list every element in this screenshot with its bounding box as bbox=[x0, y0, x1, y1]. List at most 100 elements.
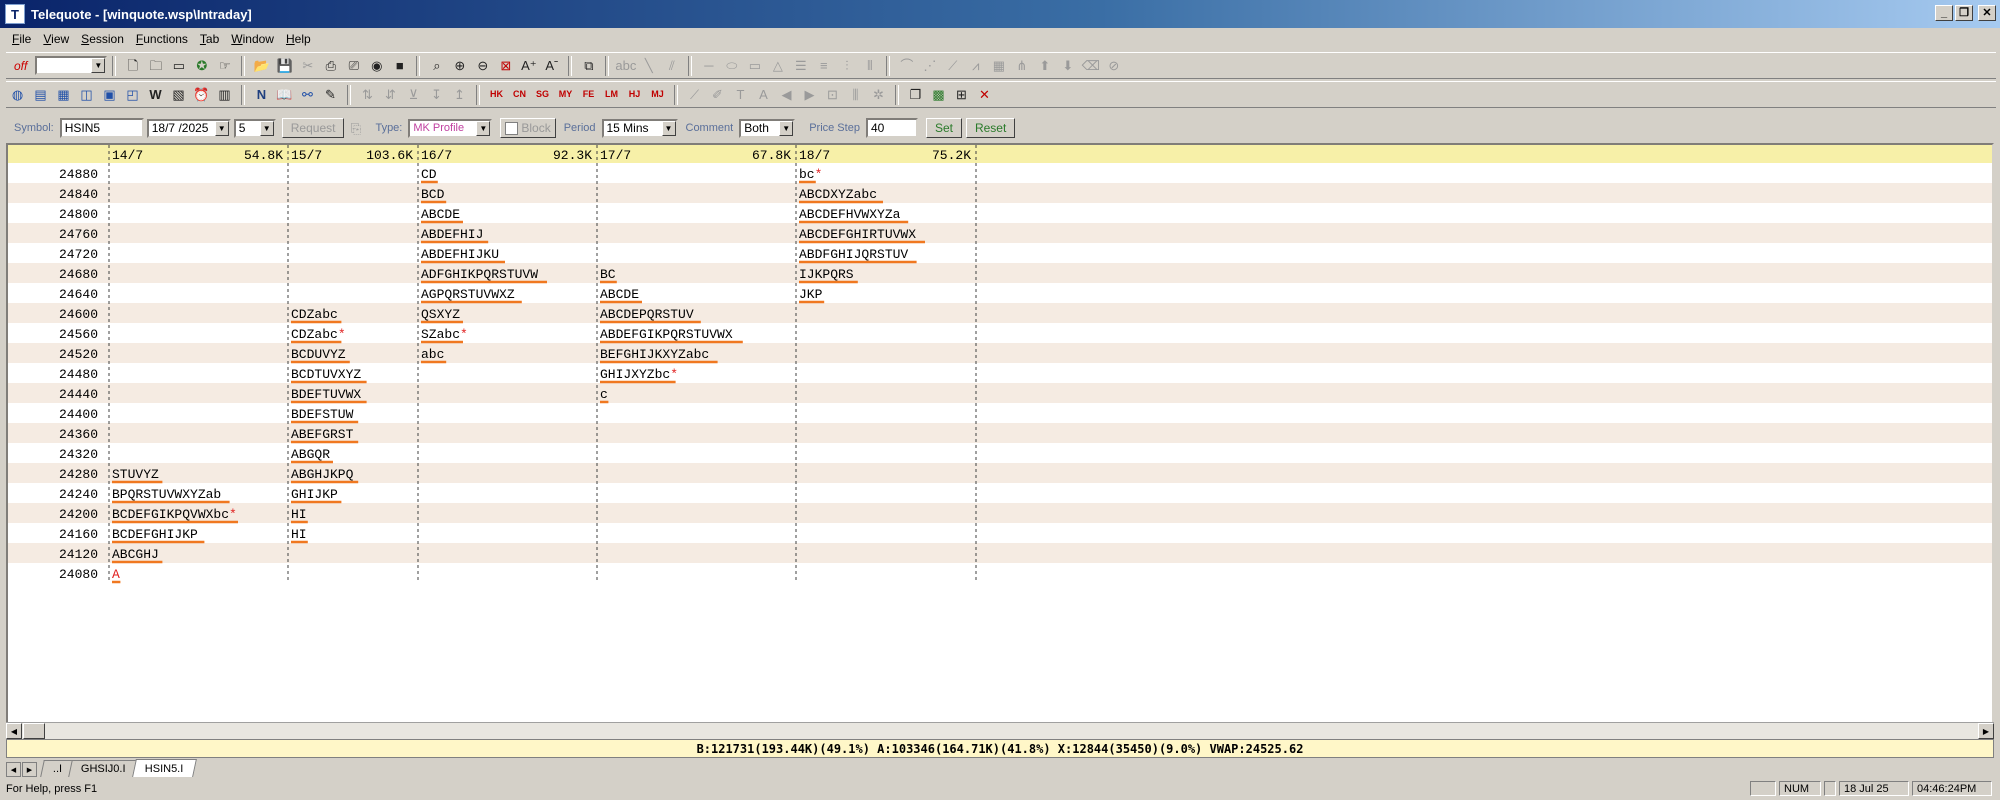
drive-icon[interactable]: ▭ bbox=[169, 56, 188, 75]
new-file-icon[interactable]: 🗋 bbox=[123, 56, 142, 75]
my-market-icon[interactable]: MY bbox=[556, 85, 575, 104]
sort-za-icon[interactable]: ↥ bbox=[450, 85, 469, 104]
zoom-in-icon[interactable]: ⊕ bbox=[450, 56, 469, 75]
grid-tool-icon[interactable]: ▦ bbox=[989, 56, 1008, 75]
globe-icon[interactable]: ◍ bbox=[8, 85, 27, 104]
scroll-left-icon[interactable]: ◀ bbox=[6, 723, 22, 739]
horizontal-scrollbar[interactable]: ◀ ▶ bbox=[6, 722, 1994, 739]
restore-icon[interactable]: ❐ bbox=[1955, 5, 1973, 21]
scroll-thumb[interactable] bbox=[23, 723, 45, 739]
trend-icon[interactable]: ⟋ bbox=[685, 85, 704, 104]
cut-icon[interactable]: ✂ bbox=[298, 56, 317, 75]
workspace-combo[interactable]: ▼ bbox=[35, 56, 108, 75]
copy-icon[interactable]: ⎘ bbox=[346, 119, 365, 138]
pitchfork-icon[interactable]: ⋔ bbox=[1012, 56, 1031, 75]
menu-functions[interactable]: Functions bbox=[130, 32, 194, 46]
parallel-line-icon[interactable]: ⫽ bbox=[662, 56, 681, 75]
zoom-area-icon[interactable]: ⊡ bbox=[823, 85, 842, 104]
window-tile-icon[interactable]: ▩ bbox=[929, 85, 948, 104]
type-select[interactable]: MK Profile ▼ bbox=[408, 118, 493, 138]
block-check-box[interactable] bbox=[505, 121, 519, 135]
menu-window[interactable]: Window bbox=[225, 32, 280, 46]
connection-status[interactable]: off bbox=[14, 59, 27, 73]
mj-market-icon[interactable]: MJ bbox=[648, 85, 667, 104]
rectangle-icon[interactable]: ▭ bbox=[745, 56, 764, 75]
alarm-icon[interactable]: ⏰ bbox=[192, 85, 211, 104]
window-grid-icon[interactable]: ⊞ bbox=[952, 85, 971, 104]
sg-market-icon[interactable]: SG bbox=[533, 85, 552, 104]
menu-file[interactable]: File bbox=[6, 32, 37, 46]
font-icon[interactable]: A bbox=[754, 85, 773, 104]
dropdown-arrow-icon[interactable]: ▼ bbox=[476, 120, 491, 136]
menu-view[interactable]: View bbox=[37, 32, 75, 46]
tab-ghsij0[interactable]: GHSIJ0.I bbox=[68, 760, 139, 777]
text-icon[interactable]: T bbox=[731, 85, 750, 104]
dropdown-arrow-icon[interactable]: ▼ bbox=[661, 120, 676, 136]
n-icon[interactable]: N bbox=[252, 85, 271, 104]
text-tool-icon[interactable]: abc bbox=[615, 56, 636, 75]
set-button[interactable]: Set bbox=[925, 118, 962, 138]
line-tool-icon[interactable]: ╲ bbox=[639, 56, 658, 75]
news-icon[interactable]: ▧ bbox=[169, 85, 188, 104]
pencil-icon[interactable]: ✎ bbox=[321, 85, 340, 104]
request-button[interactable]: Request bbox=[281, 118, 345, 138]
reset-button[interactable]: Reset bbox=[965, 118, 1016, 138]
block-checkbox[interactable]: Block bbox=[500, 118, 556, 138]
w-icon[interactable]: W bbox=[146, 85, 165, 104]
dropdown-arrow-icon[interactable]: ▼ bbox=[779, 120, 794, 136]
ellipse-icon[interactable]: ⬭ bbox=[722, 56, 741, 75]
levels-icon[interactable]: ⫶ bbox=[837, 56, 856, 75]
back-icon[interactable]: ◀ bbox=[777, 85, 796, 104]
page-icon[interactable]: ◰ bbox=[123, 85, 142, 104]
eraser-icon[interactable]: ⌫ bbox=[1081, 56, 1100, 75]
sort-icon[interactable]: ⇅ bbox=[358, 85, 377, 104]
lm-market-icon[interactable]: LM bbox=[602, 85, 621, 104]
print-preview-icon[interactable]: ⎚ bbox=[344, 56, 363, 75]
layout-icon[interactable]: ⧉ bbox=[579, 56, 598, 75]
filter-icon[interactable]: ⊻ bbox=[404, 85, 423, 104]
tab-hsin5[interactable]: HSIN5.I bbox=[131, 759, 197, 777]
fib-icon[interactable]: ☰ bbox=[791, 56, 810, 75]
menu-session[interactable]: Session bbox=[75, 32, 130, 46]
price-step-input[interactable]: 40 bbox=[865, 118, 918, 138]
stop-icon[interactable]: ■ bbox=[390, 56, 409, 75]
channel-icon[interactable]: ≡ bbox=[814, 56, 833, 75]
hk-market-icon[interactable]: HK bbox=[487, 85, 506, 104]
sort-alt-icon[interactable]: ⇵ bbox=[381, 85, 400, 104]
save-icon[interactable]: 💾 bbox=[275, 56, 294, 75]
dropdown-arrow-icon[interactable]: ▼ bbox=[214, 120, 229, 136]
vgrid-icon[interactable]: ⫼ bbox=[846, 85, 865, 104]
minimize-icon[interactable]: _ bbox=[1935, 5, 1953, 21]
settings-icon[interactable]: ✲ bbox=[869, 85, 888, 104]
ray-icon[interactable]: ⟋ bbox=[943, 56, 962, 75]
monitor-icon[interactable]: ▣ bbox=[100, 85, 119, 104]
speed-lines-icon[interactable]: ⩘ bbox=[966, 56, 985, 75]
date-picker[interactable]: 18/7 /2025 ▼ bbox=[146, 118, 231, 138]
close-icon[interactable]: ✕ bbox=[1978, 5, 1996, 21]
arrow-up-icon[interactable]: ⬆ bbox=[1035, 56, 1054, 75]
menu-help[interactable]: Help bbox=[280, 32, 317, 46]
search-icon[interactable]: ⌕ bbox=[427, 56, 446, 75]
symbol-input[interactable]: HSIN5 bbox=[59, 118, 144, 138]
comment-select[interactable]: Both ▼ bbox=[739, 118, 796, 138]
scroll-right-icon[interactable]: ▶ bbox=[1978, 723, 1994, 739]
hline-icon[interactable]: ─ bbox=[699, 56, 718, 75]
cn-market-icon[interactable]: CN bbox=[510, 85, 529, 104]
draw-icon[interactable]: ✐ bbox=[708, 85, 727, 104]
chart-window-icon[interactable]: ◫ bbox=[77, 85, 96, 104]
font-larger-icon[interactable]: A⁺ bbox=[519, 56, 538, 75]
open-icon[interactable]: 📂 bbox=[252, 56, 271, 75]
forward-icon[interactable]: ▶ bbox=[800, 85, 819, 104]
hj-market-icon[interactable]: HJ bbox=[625, 85, 644, 104]
table-icon[interactable]: ▦ bbox=[54, 85, 73, 104]
arrow-down-icon[interactable]: ⬇ bbox=[1058, 56, 1077, 75]
close-chart-icon[interactable]: ✕ bbox=[975, 85, 994, 104]
dropdown-arrow-icon[interactable]: ▼ bbox=[259, 120, 274, 136]
quote-icon[interactable]: ▤ bbox=[31, 85, 50, 104]
dropdown-arrow-icon[interactable]: ▼ bbox=[91, 58, 106, 73]
pointer-icon[interactable]: ☞ bbox=[215, 56, 234, 75]
connect-icon[interactable]: ✪ bbox=[192, 56, 211, 75]
binoculars-icon[interactable]: ⚯ bbox=[298, 85, 317, 104]
fan-icon[interactable]: ⋰ bbox=[920, 56, 939, 75]
font-smaller-icon[interactable]: Aˉ bbox=[542, 56, 561, 75]
